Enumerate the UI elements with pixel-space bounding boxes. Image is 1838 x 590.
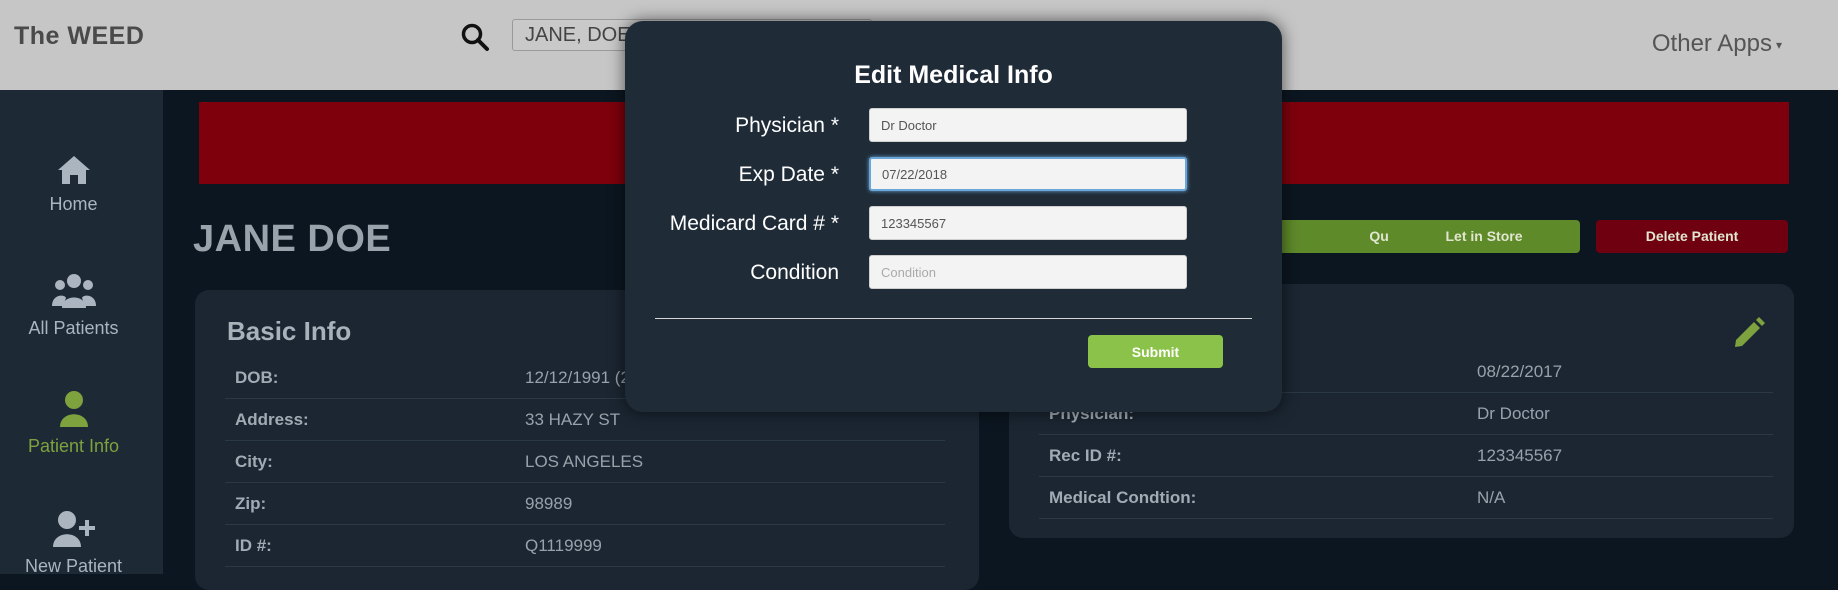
condition-input[interactable]	[869, 255, 1187, 289]
card-number-form-row: Medicard Card # *	[625, 206, 1282, 242]
row-value: 12/12/1991 (2	[525, 368, 630, 387]
brand-logo[interactable]: The WEED	[14, 22, 144, 51]
table-row: Medical Condtion: N/A	[1039, 476, 1773, 519]
let-in-store-button[interactable]: Let in Store	[1388, 220, 1580, 253]
row-label: ID #:	[235, 536, 272, 555]
exp-date-input[interactable]	[869, 157, 1187, 191]
condition-label: Condition	[750, 261, 839, 284]
physician-input[interactable]	[869, 108, 1187, 142]
exp-date-label: Exp Date *	[738, 163, 839, 186]
row-value: Dr Doctor	[1477, 404, 1550, 423]
table-row: ID #: Q1119999	[225, 524, 945, 567]
row-label: Address:	[235, 410, 309, 429]
row-label: Rec ID #:	[1049, 446, 1122, 465]
modal-title: Edit Medical Info	[854, 61, 1053, 89]
row-value: 33 HAZY ST	[525, 410, 621, 429]
row-value: 123345567	[1477, 446, 1563, 465]
sidebar-item-patient-info[interactable]: Patient Info	[0, 390, 147, 457]
modal-divider	[655, 318, 1252, 319]
row-value: 08/22/2017	[1477, 362, 1563, 381]
sidebar-item-label: Patient Info	[27, 436, 120, 456]
caret-down-icon: ▾	[1775, 37, 1782, 52]
users-icon	[51, 274, 96, 308]
condition-form-row: Condition	[625, 255, 1282, 291]
physician-label: Physician *	[735, 114, 839, 137]
submit-button[interactable]: Submit	[1088, 335, 1223, 368]
row-label: City:	[235, 452, 273, 471]
sidebar-item-all-patients[interactable]: All Patients	[0, 272, 147, 339]
row-label: Zip:	[235, 494, 267, 513]
sidebar-item-label: All Patients	[28, 318, 119, 338]
row-label: Medical Condtion:	[1049, 488, 1197, 507]
card-number-label: Medicard Card # *	[669, 212, 839, 235]
search-icon[interactable]	[460, 22, 490, 52]
home-icon	[57, 156, 90, 184]
pencil-icon[interactable]	[1732, 316, 1766, 350]
card-number-input[interactable]	[869, 206, 1187, 240]
row-value: N/A	[1477, 488, 1506, 507]
sidebar-item-label: Home	[49, 194, 98, 214]
other-apps-dropdown[interactable]: Other Apps ▾	[1652, 30, 1782, 58]
sidebar: Home All Patients Patient Info New Patie…	[0, 90, 163, 577]
table-row: City: LOS ANGELES	[225, 440, 945, 483]
other-apps-label: Other Apps	[1651, 30, 1772, 57]
row-value: LOS ANGELES	[525, 452, 644, 471]
table-row: Zip: 98989	[225, 482, 945, 525]
delete-patient-button[interactable]: Delete Patient	[1596, 220, 1788, 253]
sidebar-item-home[interactable]: Home	[0, 154, 147, 215]
user-plus-icon	[52, 511, 95, 547]
sidebar-item-new-patient[interactable]: New Patient	[0, 510, 147, 577]
sidebar-item-label: New Patient	[24, 556, 123, 576]
card-title: Basic Info	[227, 316, 352, 346]
table-row: Rec ID #: 123345567	[1039, 434, 1773, 477]
user-icon	[59, 391, 88, 427]
row-value: Q1119999	[525, 536, 602, 555]
exp-date-form-row: Exp Date *	[625, 157, 1282, 193]
edit-medical-info-modal: Edit Medical Info Physician * Exp Date *…	[625, 21, 1282, 412]
row-label: DOB:	[235, 368, 279, 387]
physician-form-row: Physician *	[625, 108, 1282, 144]
patient-name: JANE DOE	[193, 218, 392, 260]
row-value: 98989	[525, 494, 573, 513]
